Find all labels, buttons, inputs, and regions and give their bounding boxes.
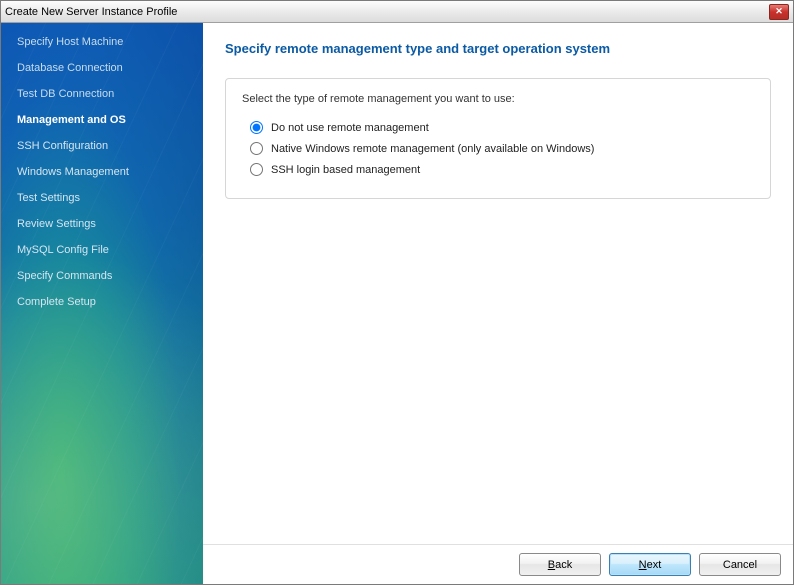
close-button[interactable]: ✕ — [769, 4, 789, 20]
wizard-body: Specify Host Machine Database Connection… — [1, 23, 793, 584]
button-rest: ext — [647, 559, 662, 571]
radio-no-remote[interactable] — [250, 121, 263, 134]
sidebar-item-label: Specify Commands — [17, 270, 112, 282]
radio-label: Do not use remote management — [271, 122, 429, 134]
close-icon: ✕ — [775, 6, 783, 17]
wizard-window: Create New Server Instance Profile ✕ Spe… — [0, 0, 794, 585]
sidebar-item-label: Review Settings — [17, 218, 96, 230]
remote-management-group: Select the type of remote management you… — [225, 78, 771, 199]
sidebar-item-label: Management and OS — [17, 114, 126, 126]
titlebar: Create New Server Instance Profile ✕ — [1, 1, 793, 23]
radio-label: Native Windows remote management (only a… — [271, 143, 594, 155]
sidebar-item-label: Complete Setup — [17, 296, 96, 308]
wizard-main: Specify remote management type and targe… — [203, 23, 793, 584]
sidebar-item-label: Specify Host Machine — [17, 36, 123, 48]
radio-row-native-windows[interactable]: Native Windows remote management (only a… — [242, 138, 754, 159]
radio-row-no-remote[interactable]: Do not use remote management — [242, 117, 754, 138]
main-content: Specify remote management type and targe… — [203, 23, 793, 544]
radio-label: SSH login based management — [271, 164, 420, 176]
sidebar-item-review-settings[interactable]: Review Settings — [1, 211, 203, 237]
sidebar-item-ssh-configuration[interactable]: SSH Configuration — [1, 133, 203, 159]
sidebar-item-management-and-os[interactable]: Management and OS — [1, 107, 203, 133]
sidebar-item-label: Database Connection — [17, 62, 123, 74]
mnemonic: N — [639, 559, 647, 571]
sidebar-item-label: Windows Management — [17, 166, 129, 178]
cancel-button[interactable]: Cancel — [699, 553, 781, 576]
sidebar-item-test-settings[interactable]: Test Settings — [1, 185, 203, 211]
wizard-sidebar: Specify Host Machine Database Connection… — [1, 23, 203, 584]
sidebar-item-mysql-config-file[interactable]: MySQL Config File — [1, 237, 203, 263]
button-label: Cancel — [723, 559, 757, 571]
sidebar-item-complete-setup[interactable]: Complete Setup — [1, 289, 203, 315]
sidebar-item-specify-commands[interactable]: Specify Commands — [1, 263, 203, 289]
sidebar-item-label: MySQL Config File — [17, 244, 109, 256]
button-rest: ack — [555, 559, 572, 571]
page-title: Specify remote management type and targe… — [225, 41, 771, 56]
back-button[interactable]: Back — [519, 553, 601, 576]
sidebar-item-label: SSH Configuration — [17, 140, 108, 152]
sidebar-item-windows-management[interactable]: Windows Management — [1, 159, 203, 185]
radio-ssh[interactable] — [250, 163, 263, 176]
sidebar-item-label: Test Settings — [17, 192, 80, 204]
sidebar-item-specify-host-machine[interactable]: Specify Host Machine — [1, 29, 203, 55]
mnemonic: B — [548, 559, 555, 571]
window-title: Create New Server Instance Profile — [5, 6, 769, 18]
sidebar-item-label: Test DB Connection — [17, 88, 114, 100]
next-button[interactable]: Next — [609, 553, 691, 576]
group-label: Select the type of remote management you… — [242, 93, 754, 105]
radio-row-ssh[interactable]: SSH login based management — [242, 159, 754, 180]
radio-native-windows[interactable] — [250, 142, 263, 155]
wizard-footer: Back Next Cancel — [203, 544, 793, 584]
sidebar-item-test-db-connection[interactable]: Test DB Connection — [1, 81, 203, 107]
sidebar-item-database-connection[interactable]: Database Connection — [1, 55, 203, 81]
